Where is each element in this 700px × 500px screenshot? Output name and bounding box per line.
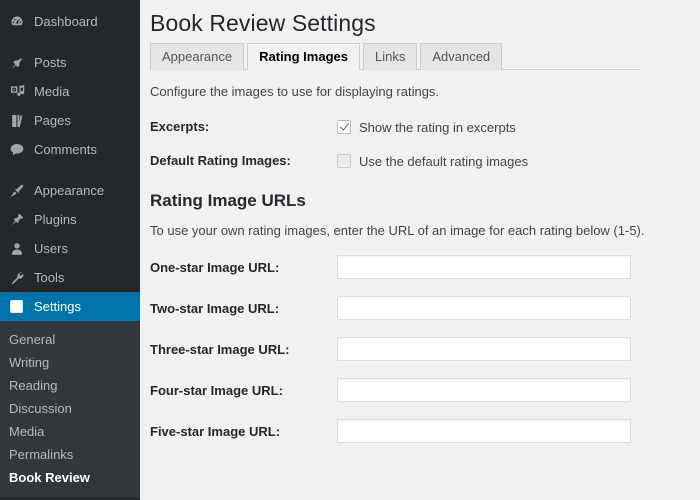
form-row-three-star-url: Three-star Image URL:	[150, 337, 700, 362]
sidebar-top-menu: Dashboard Posts Media Pages Comments App…	[0, 0, 140, 321]
sidebar-item-tools[interactable]: Tools	[0, 263, 140, 292]
sidebar-divider	[0, 164, 140, 176]
sidebar-item-comments[interactable]: Comments	[0, 135, 140, 164]
submenu-item-writing[interactable]: Writing	[0, 351, 140, 374]
tab-links[interactable]: Links	[362, 43, 418, 70]
settings-sliders-icon	[8, 298, 25, 315]
submenu-item-media[interactable]: Media	[0, 420, 140, 443]
sidebar-item-label: Users	[34, 241, 68, 256]
four-star-url-label: Four-star Image URL:	[150, 382, 283, 398]
wrench-icon	[8, 269, 25, 286]
rating-image-urls-heading: Rating Image URLs	[150, 191, 306, 211]
sidebar-item-plugins[interactable]: Plugins	[0, 205, 140, 234]
form-row-four-star-url: Four-star Image URL:	[150, 378, 700, 403]
form-row-one-star-url: One-star Image URL:	[150, 255, 700, 280]
sidebar-item-label: Appearance	[34, 183, 105, 198]
use-default-rating-images-field[interactable]: Use the default rating images	[337, 154, 528, 169]
sidebar-item-label: Comments	[34, 142, 97, 157]
sidebar-item-label: Posts	[34, 55, 67, 70]
form-row-two-star-url: Two-star Image URL:	[150, 296, 700, 321]
page-title: Book Review Settings	[150, 10, 376, 36]
settings-submenu: General Writing Reading Discussion Media…	[0, 321, 140, 497]
sidebar-item-pages[interactable]: Pages	[0, 106, 140, 135]
show-rating-in-excerpts-checkbox[interactable]	[337, 120, 351, 135]
three-star-url-label: Three-star Image URL:	[150, 341, 290, 357]
sidebar-divider	[0, 36, 140, 48]
sidebar-item-label: Pages	[34, 113, 71, 128]
settings-content-area: Book Review Settings Appearance Rating I…	[140, 0, 700, 500]
sidebar-item-posts[interactable]: Posts	[0, 48, 140, 77]
show-rating-in-excerpts-field[interactable]: Show the rating in excerpts	[337, 120, 516, 135]
three-star-url-input[interactable]	[337, 337, 631, 362]
rating-image-urls-description: To use your own rating images, enter the…	[150, 223, 645, 239]
tab-appearance[interactable]: Appearance	[150, 43, 245, 70]
submenu-item-discussion[interactable]: Discussion	[0, 397, 140, 420]
paintbrush-icon	[8, 182, 25, 199]
section-description: Configure the images to use for displayi…	[150, 84, 440, 99]
tab-advanced[interactable]: Advanced	[420, 43, 503, 70]
two-star-url-label: Two-star Image URL:	[150, 300, 280, 316]
five-star-url-label: Five-star Image URL:	[150, 423, 281, 439]
use-default-rating-images-label: Use the default rating images	[359, 153, 529, 169]
page-icon	[8, 112, 25, 129]
show-rating-in-excerpts-label: Show the rating in excerpts	[359, 119, 516, 135]
dashboard-icon	[8, 13, 25, 30]
submenu-item-permalinks[interactable]: Permalinks	[0, 443, 140, 466]
pin-icon	[8, 54, 25, 71]
sidebar-item-appearance[interactable]: Appearance	[0, 176, 140, 205]
sidebar-item-label: Settings	[34, 299, 81, 314]
default-rating-images-label: Default Rating Images:	[150, 153, 291, 169]
five-star-url-input[interactable]	[337, 419, 631, 444]
sidebar-item-label: Plugins	[34, 212, 77, 227]
use-default-rating-images-checkbox[interactable]	[337, 154, 351, 169]
sidebar-item-media[interactable]: Media	[0, 77, 140, 106]
media-icon	[8, 83, 25, 100]
excerpts-label: Excerpts:	[150, 119, 210, 135]
settings-tab-bar: Appearance Rating Images Links Advanced	[150, 42, 640, 70]
sidebar-item-dashboard[interactable]: Dashboard	[0, 7, 140, 36]
sidebar-item-label: Tools	[34, 270, 65, 285]
one-star-url-label: One-star Image URL:	[150, 259, 280, 275]
submenu-item-book-review[interactable]: Book Review	[0, 466, 140, 489]
form-row-default-rating-images: Default Rating Images: Use the default r…	[150, 153, 700, 169]
tab-rating-images[interactable]: Rating Images	[247, 43, 360, 70]
plug-icon	[8, 211, 25, 228]
sidebar-item-settings[interactable]: Settings	[0, 292, 140, 321]
wordpress-admin-screen: Dashboard Posts Media Pages Comments App…	[0, 0, 700, 500]
four-star-url-input[interactable]	[337, 378, 631, 403]
two-star-url-input[interactable]	[337, 296, 631, 321]
admin-sidebar: Dashboard Posts Media Pages Comments App…	[0, 0, 140, 500]
form-row-excerpts: Excerpts: Show the rating in excerpts	[150, 119, 700, 135]
one-star-url-input[interactable]	[337, 255, 631, 280]
sidebar-item-label: Dashboard	[34, 14, 98, 29]
form-row-five-star-url: Five-star Image URL:	[150, 419, 700, 444]
sidebar-item-users[interactable]: Users	[0, 234, 140, 263]
sidebar-item-label: Media	[34, 84, 70, 99]
comment-bubble-icon	[8, 141, 25, 158]
submenu-item-reading[interactable]: Reading	[0, 374, 140, 397]
user-icon	[8, 240, 25, 257]
submenu-item-general[interactable]: General	[0, 328, 140, 351]
